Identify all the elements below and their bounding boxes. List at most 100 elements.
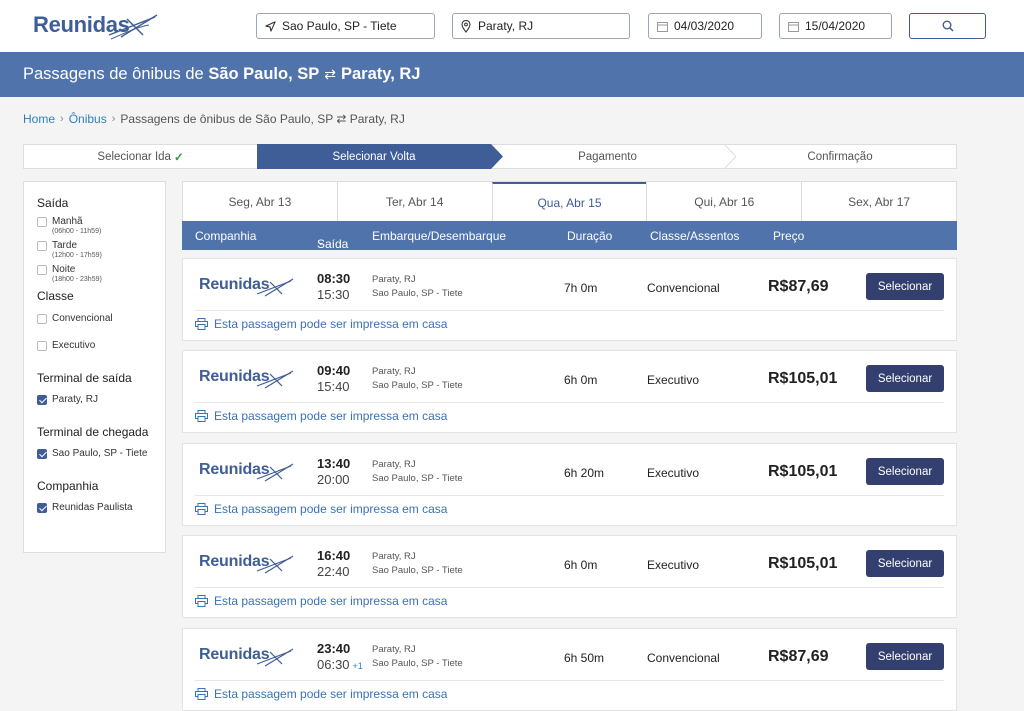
filter-company-title: Companhia (37, 479, 99, 493)
print-note-text: Esta passagem pode ser impressa em casa (214, 409, 448, 423)
search-button[interactable] (909, 13, 986, 39)
banner-prefix: Passagens de ônibus de (23, 65, 204, 83)
arrival-location: Sao Paulo, SP - Tiete (372, 565, 463, 576)
checkbox-checked-icon[interactable] (37, 449, 47, 459)
trip-price: R$87,69 (768, 648, 829, 665)
reunidas-logo[interactable]: Reunidas (33, 9, 163, 43)
filter-departure-title: Saída (37, 196, 69, 210)
filter-dep-terminal-label: Paraty, RJ (52, 394, 98, 405)
filter-company[interactable]: Reunidas Paulista (37, 502, 165, 513)
return-date-value: 15/04/2020 (805, 19, 866, 33)
trip-class: Executivo (647, 373, 700, 387)
departure-time: 13:40 (317, 456, 351, 471)
divider (195, 402, 944, 403)
print-at-home-note[interactable]: Esta passagem pode ser impressa em casa (195, 409, 447, 423)
filter-executive-label: Executivo (52, 340, 96, 351)
filter-arr-terminal[interactable]: Sao Paulo, SP - Tiete (37, 448, 165, 459)
filter-morning-label: Manhã (52, 216, 83, 227)
arrival-time: 15:30 (317, 287, 353, 302)
filter-afternoon-label: Tarde (52, 240, 78, 251)
company-logo: Reunidas (199, 275, 299, 297)
breadcrumb-current: Passagens de ônibus de São Paulo, SP ⇄ P… (120, 112, 405, 126)
filter-dep-terminal-title: Terminal de saída (37, 371, 132, 385)
col-price: Preço (773, 229, 805, 243)
print-at-home-note[interactable]: Esta passagem pode ser impressa em casa (195, 502, 447, 516)
bus-arrow-logo-icon (256, 648, 294, 667)
step-select-outbound[interactable]: Selecionar Ida ✓ (23, 144, 257, 169)
trip-duration: 6h 50m (564, 651, 605, 665)
arrival-time: 22:40 (317, 564, 353, 579)
step-payment[interactable]: Pagamento (491, 144, 736, 169)
filter-afternoon[interactable]: Tarde (37, 240, 165, 251)
breadcrumb-home[interactable]: Home (23, 112, 55, 126)
day-tab[interactable]: Sex, Abr 17 (801, 182, 956, 221)
checkmark-icon: ✓ (173, 151, 184, 164)
company-logo: Reunidas (199, 460, 299, 482)
destination-input[interactable]: Paraty, RJ (452, 13, 630, 39)
divider (195, 680, 944, 681)
trip-card: Reunidas 08:30 15:30 Paraty, RJ Sao Paul… (182, 258, 957, 341)
top-bar: Reunidas Sao Paulo, SP - Tiete Paraty, R… (0, 0, 1024, 52)
print-note-text: Esta passagem pode ser impressa em casa (214, 317, 448, 331)
select-button[interactable]: Selecionar (866, 458, 944, 485)
select-button[interactable]: Selecionar (866, 643, 944, 670)
print-at-home-note[interactable]: Esta passagem pode ser impressa em casa (195, 687, 447, 701)
filter-conventional[interactable]: Convencional (37, 313, 165, 324)
print-at-home-note[interactable]: Esta passagem pode ser impressa em casa (195, 317, 447, 331)
breadcrumb-bus[interactable]: Ônibus (69, 112, 107, 126)
step-label: Selecionar Volta (332, 150, 416, 163)
banner-destination: Paraty, RJ (341, 65, 421, 83)
return-date-input[interactable]: 15/04/2020 (779, 13, 892, 39)
day-tab[interactable]: Ter, Abr 14 (336, 182, 492, 221)
filter-night[interactable]: Noite (37, 264, 165, 275)
filter-dep-terminal[interactable]: Paraty, RJ (37, 394, 165, 405)
checkbox-icon[interactable] (37, 314, 47, 324)
departure-date-input[interactable]: 04/03/2020 (648, 13, 762, 39)
arrival-time-value: 22:40 (317, 564, 350, 579)
col-duration: Duração (567, 229, 613, 243)
arrival-location: Sao Paulo, SP - Tiete (372, 380, 463, 391)
filter-executive[interactable]: Executivo (37, 340, 165, 351)
col-class: Classe/Assentos (650, 229, 740, 243)
step-label: Pagamento (578, 150, 637, 163)
day-tab-selected[interactable]: Qua, Abr 15 (491, 182, 647, 221)
select-button[interactable]: Selecionar (866, 273, 944, 300)
origin-input[interactable]: Sao Paulo, SP - Tiete (256, 13, 435, 39)
origin-value: Sao Paulo, SP - Tiete (282, 19, 397, 33)
trip-class: Executivo (647, 558, 700, 572)
filter-afternoon-range: (12h00 - 17h59) (52, 252, 102, 259)
day-tab[interactable]: Seg, Abr 13 (183, 182, 337, 221)
checkbox-icon[interactable] (37, 265, 47, 275)
arrival-time-value: 06:30 (317, 657, 350, 672)
checkbox-icon[interactable] (37, 241, 47, 251)
step-select-return[interactable]: Selecionar Volta (257, 144, 503, 169)
checkbox-icon[interactable] (37, 217, 47, 227)
checkbox-checked-icon[interactable] (37, 395, 47, 405)
step-confirmation[interactable]: Confirmação (724, 144, 957, 169)
calendar-icon (786, 21, 800, 32)
departure-time: 08:30 (317, 271, 351, 286)
company-logo: Reunidas (199, 552, 299, 574)
select-button[interactable]: Selecionar (866, 365, 944, 392)
destination-value: Paraty, RJ (478, 19, 534, 33)
print-at-home-note[interactable]: Esta passagem pode ser impressa em casa (195, 594, 447, 608)
boarding-location: Paraty, RJ (372, 551, 416, 562)
step-label: Selecionar Ida (97, 150, 171, 163)
search-icon (942, 20, 954, 32)
printer-icon (195, 503, 208, 515)
select-button[interactable]: Selecionar (866, 550, 944, 577)
arrival-location: Sao Paulo, SP - Tiete (372, 473, 463, 484)
printer-icon (195, 595, 208, 607)
chevron-right-icon: › (60, 113, 64, 125)
arrival-time-value: 20:00 (317, 472, 350, 487)
trip-price: R$105,01 (768, 463, 838, 480)
trip-card: Reunidas 13:40 20:00 Paraty, RJ Sao Paul… (182, 443, 957, 526)
filter-morning[interactable]: Manhã (37, 216, 165, 227)
next-day-badge: +1 (352, 661, 363, 671)
day-tab[interactable]: Qui, Abr 16 (646, 182, 801, 221)
checkbox-checked-icon[interactable] (37, 503, 47, 513)
checkbox-icon[interactable] (37, 341, 47, 351)
filter-arr-terminal-title: Terminal de chegada (37, 425, 149, 439)
bus-arrow-logo-icon (108, 14, 158, 40)
step-label: Confirmação (807, 150, 873, 163)
